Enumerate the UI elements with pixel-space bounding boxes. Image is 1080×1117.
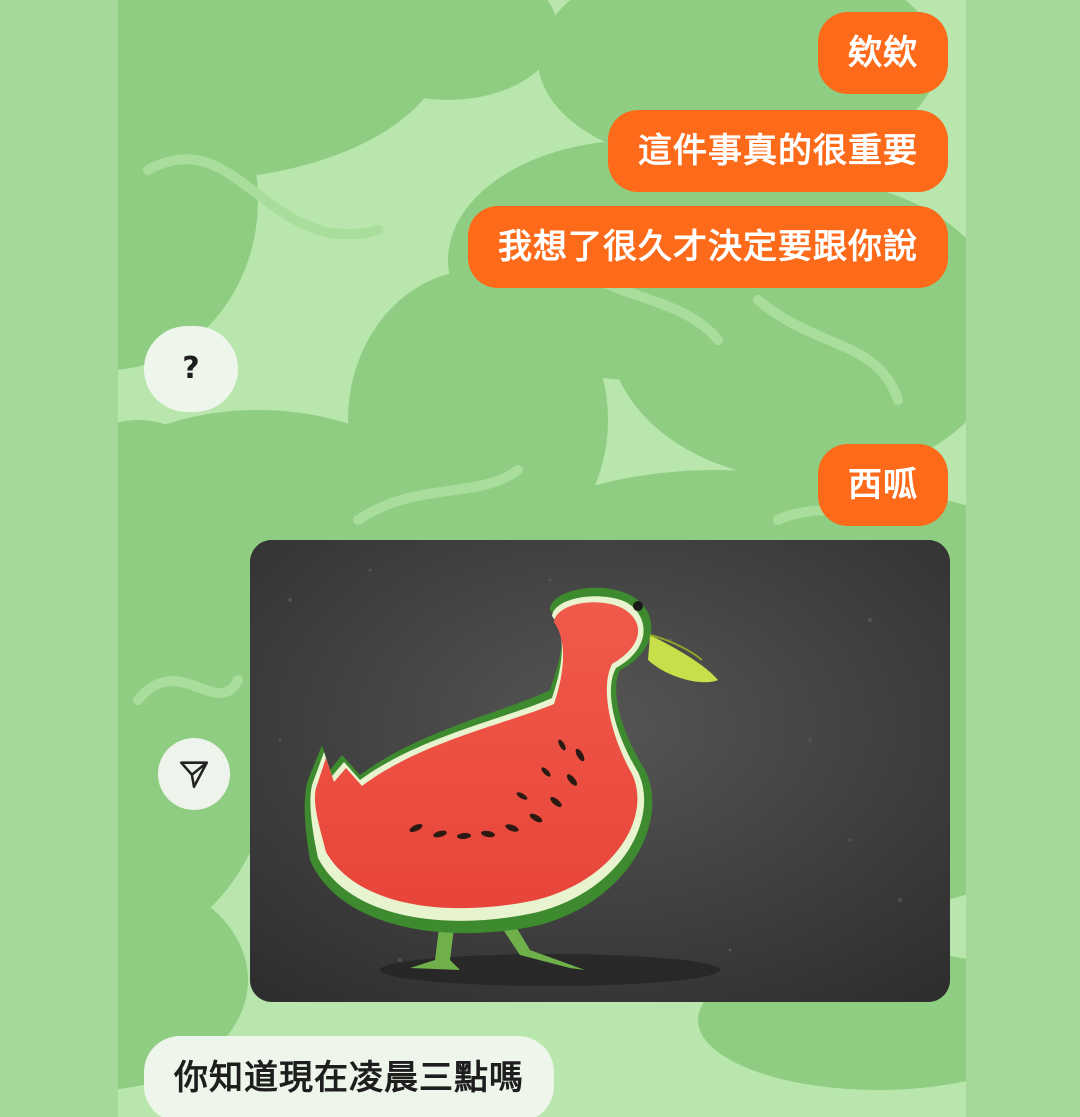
message-bubble-outgoing[interactable]: 西呱 bbox=[818, 444, 948, 526]
message-bubble-outgoing[interactable]: 欸欸 bbox=[818, 12, 948, 94]
message-bubble-outgoing[interactable]: 我想了很久才決定要跟你說 bbox=[468, 206, 948, 288]
image-message[interactable] bbox=[250, 540, 950, 1002]
chat-area: 欸欸 這件事真的很重要 我想了很久才決定要跟你說 ? 西呱 你知道現在凌晨三點嗎 bbox=[118, 0, 966, 1117]
message-bubble-incoming[interactable]: 你知道現在凌晨三點嗎 bbox=[144, 1036, 554, 1117]
share-button[interactable] bbox=[158, 738, 230, 810]
watermelon-duck-image bbox=[250, 540, 950, 1002]
share-icon bbox=[179, 761, 209, 789]
message-bubble-incoming[interactable]: ? bbox=[144, 326, 238, 412]
message-bubble-outgoing[interactable]: 這件事真的很重要 bbox=[608, 110, 948, 192]
